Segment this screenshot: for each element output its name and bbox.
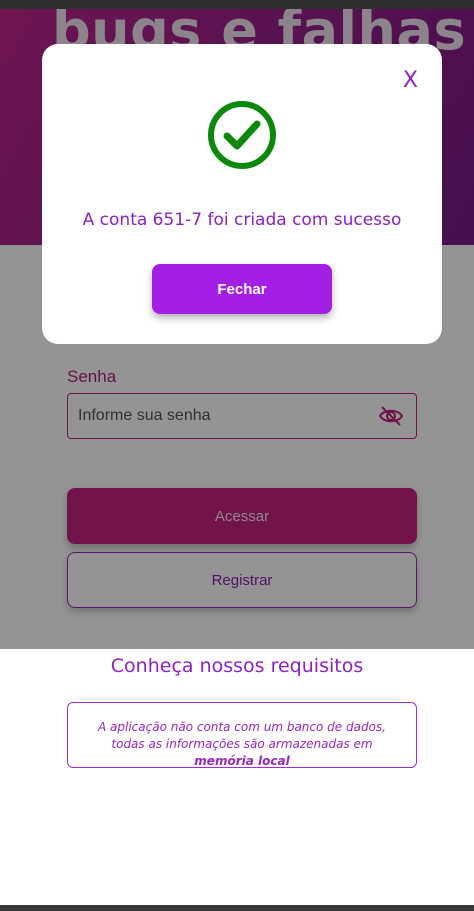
requirements-link[interactable]: Conheça nossos requisitos <box>0 655 474 677</box>
info-bold-text: memória local <box>194 754 290 768</box>
browser-top-bar <box>0 0 474 9</box>
modal-message: A conta 651-7 foi criada com sucesso <box>82 210 402 230</box>
close-modal-button[interactable]: Fechar <box>152 264 332 314</box>
close-icon[interactable]: X <box>403 68 418 93</box>
check-circle-icon <box>207 100 277 170</box>
info-text: A aplicação não conta com um banco de da… <box>98 720 386 751</box>
success-modal: X A conta 651-7 foi criada com sucesso F… <box>42 44 442 344</box>
info-notice: A aplicação não conta com um banco de da… <box>67 702 417 768</box>
browser-bottom-bar <box>0 905 474 911</box>
